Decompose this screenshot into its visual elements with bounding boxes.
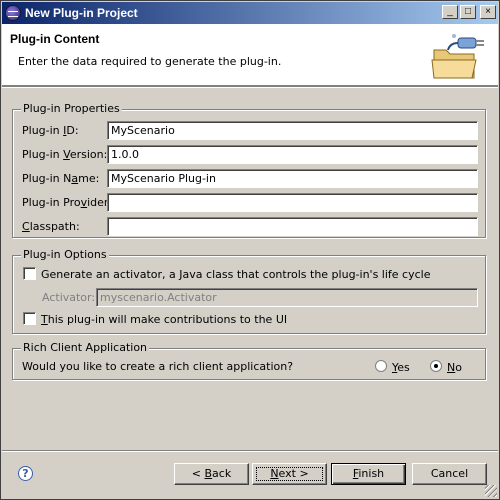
close-button[interactable]: × <box>480 5 496 19</box>
rcp-no-radio[interactable] <box>430 360 442 372</box>
activator-label: Activator: <box>42 291 96 304</box>
page-title: Plug-in Content <box>10 32 100 46</box>
back-button[interactable]: < Back <box>174 463 249 485</box>
title-bar[interactable]: New Plug-in Project _ □ × <box>2 2 498 24</box>
generate-activator-label: Generate an activator, a Java class that… <box>41 268 431 281</box>
plugin-provider-label: Plug-in Provider: <box>22 196 112 209</box>
classpath-label: Classpath: <box>22 220 80 233</box>
classpath-field[interactable] <box>107 217 478 236</box>
cancel-button[interactable]: Cancel <box>412 463 487 485</box>
maximize-button[interactable]: □ <box>460 5 476 19</box>
separator <box>2 450 498 452</box>
plugin-id-label: Plug-in ID: <box>22 124 79 137</box>
plugin-name-label: Plug-in Name: <box>22 172 100 185</box>
finish-button[interactable]: Finish <box>331 463 406 485</box>
plugin-version-label: Plug-in Version: <box>22 148 108 161</box>
rcp-question: Would you like to create a rich client a… <box>22 360 294 373</box>
minimize-button[interactable]: _ <box>442 5 458 19</box>
rcp-yes-label: Yes <box>392 361 410 374</box>
separator <box>2 86 498 88</box>
help-icon[interactable]: ? <box>18 466 33 481</box>
group-legend: Plug-in Options <box>21 248 109 261</box>
next-button[interactable]: Next > <box>252 463 327 485</box>
window-title: New Plug-in Project <box>25 6 138 20</box>
rcp-yes-radio[interactable] <box>375 360 387 372</box>
ui-contributions-checkbox[interactable] <box>23 312 36 325</box>
plugin-provider-field[interactable] <box>107 193 478 212</box>
header-banner: Plug-in Content Enter the data required … <box>2 24 498 86</box>
plugin-id-field[interactable]: MyScenario <box>107 121 478 140</box>
plugin-folder-icon <box>424 28 494 82</box>
plugin-version-field[interactable]: 1.0.0 <box>107 145 478 164</box>
rcp-no-label: No <box>447 361 462 374</box>
page-description: Enter the data required to generate the … <box>18 55 282 68</box>
eclipse-icon <box>5 5 21 21</box>
activator-field[interactable]: myscenario.Activator <box>96 288 478 307</box>
resize-grip[interactable] <box>485 485 497 497</box>
group-legend: Plug-in Properties <box>21 102 122 115</box>
plugin-name-field[interactable]: MyScenario Plug-in <box>107 169 478 188</box>
dialog-window: New Plug-in Project _ □ × Plug-in Conten… <box>0 0 500 500</box>
group-legend: Rich Client Application <box>21 341 150 354</box>
ui-contributions-label: This plug-in will make contributions to … <box>41 313 288 326</box>
generate-activator-checkbox[interactable] <box>23 267 36 280</box>
